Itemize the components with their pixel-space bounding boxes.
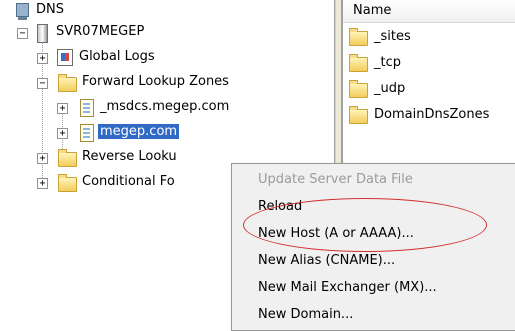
zone-icon <box>80 99 94 117</box>
list-item-label: DomainDnsZones <box>374 107 490 122</box>
expand-icon[interactable]: + <box>37 53 48 64</box>
menu-item-new-domain[interactable]: New Domain... <box>258 307 353 329</box>
collapse-icon[interactable]: − <box>17 28 28 39</box>
list-item-label: _tcp <box>374 55 401 70</box>
menu-item-reload[interactable]: Reload <box>258 199 302 221</box>
tree-label-reverse-lookup-zones: Reverse Looku <box>82 149 177 164</box>
tree-node-server[interactable]: − SVR07MEGEP <box>0 22 220 44</box>
list-item-label: _sites <box>374 29 411 44</box>
expand-icon[interactable]: + <box>57 103 68 114</box>
tree-label-zone-msdcs: _msdcs.megep.com <box>100 99 230 114</box>
list-item-label: _udp <box>374 81 406 96</box>
tree-node-forward-lookup-zones[interactable]: − Forward Lookup Zones <box>0 72 300 94</box>
expand-icon[interactable]: + <box>57 128 68 139</box>
tree-label-forward-lookup-zones: Forward Lookup Zones <box>82 74 229 89</box>
menu-item-update-server-data-file: Update Server Data File <box>258 172 413 187</box>
tree-node-zone-megep[interactable]: + megep.com <box>0 122 300 144</box>
tree-label-global-logs: Global Logs <box>79 49 155 64</box>
tree-node-conditional-forwarders[interactable]: + Conditional Fo <box>0 172 240 194</box>
context-menu: Update Server Data File Reload New Host … <box>231 163 515 331</box>
tree-node-zone-msdcs[interactable]: + _msdcs.megep.com <box>0 97 300 119</box>
column-header-name[interactable]: Name <box>343 0 515 23</box>
folder-icon <box>349 106 368 124</box>
menu-item-new-mail-exchanger[interactable]: New Mail Exchanger (MX)... <box>258 280 437 302</box>
dns-icon <box>16 3 29 20</box>
column-header-label: Name <box>353 3 392 18</box>
expand-icon[interactable]: + <box>37 178 48 189</box>
folder-icon <box>58 149 77 167</box>
folder-icon <box>349 80 368 98</box>
tree-label-conditional-forwarders: Conditional Fo <box>82 174 175 189</box>
folder-icon <box>349 54 368 72</box>
zone-icon <box>80 124 94 142</box>
tree-label-zone-megep: megep.com <box>98 124 180 139</box>
server-icon <box>37 24 48 43</box>
tree-node-dns[interactable]: DNS <box>0 0 200 22</box>
tree-label-dns: DNS <box>36 2 64 17</box>
tree-node-global-logs[interactable]: + Global Logs <box>0 47 220 69</box>
tree-node-reverse-lookup-zones[interactable]: + Reverse Looku <box>0 147 240 169</box>
expand-icon[interactable]: + <box>37 153 48 164</box>
global-logs-icon <box>57 49 73 66</box>
folder-icon <box>349 28 368 46</box>
folder-icon <box>58 174 77 192</box>
menu-item-new-host[interactable]: New Host (A or AAAA)... <box>258 226 414 248</box>
tree-label-server: SVR07MEGEP <box>56 24 145 39</box>
folder-icon <box>58 74 77 92</box>
menu-item-new-alias[interactable]: New Alias (CNAME)... <box>258 253 395 275</box>
collapse-icon[interactable]: − <box>37 78 48 89</box>
